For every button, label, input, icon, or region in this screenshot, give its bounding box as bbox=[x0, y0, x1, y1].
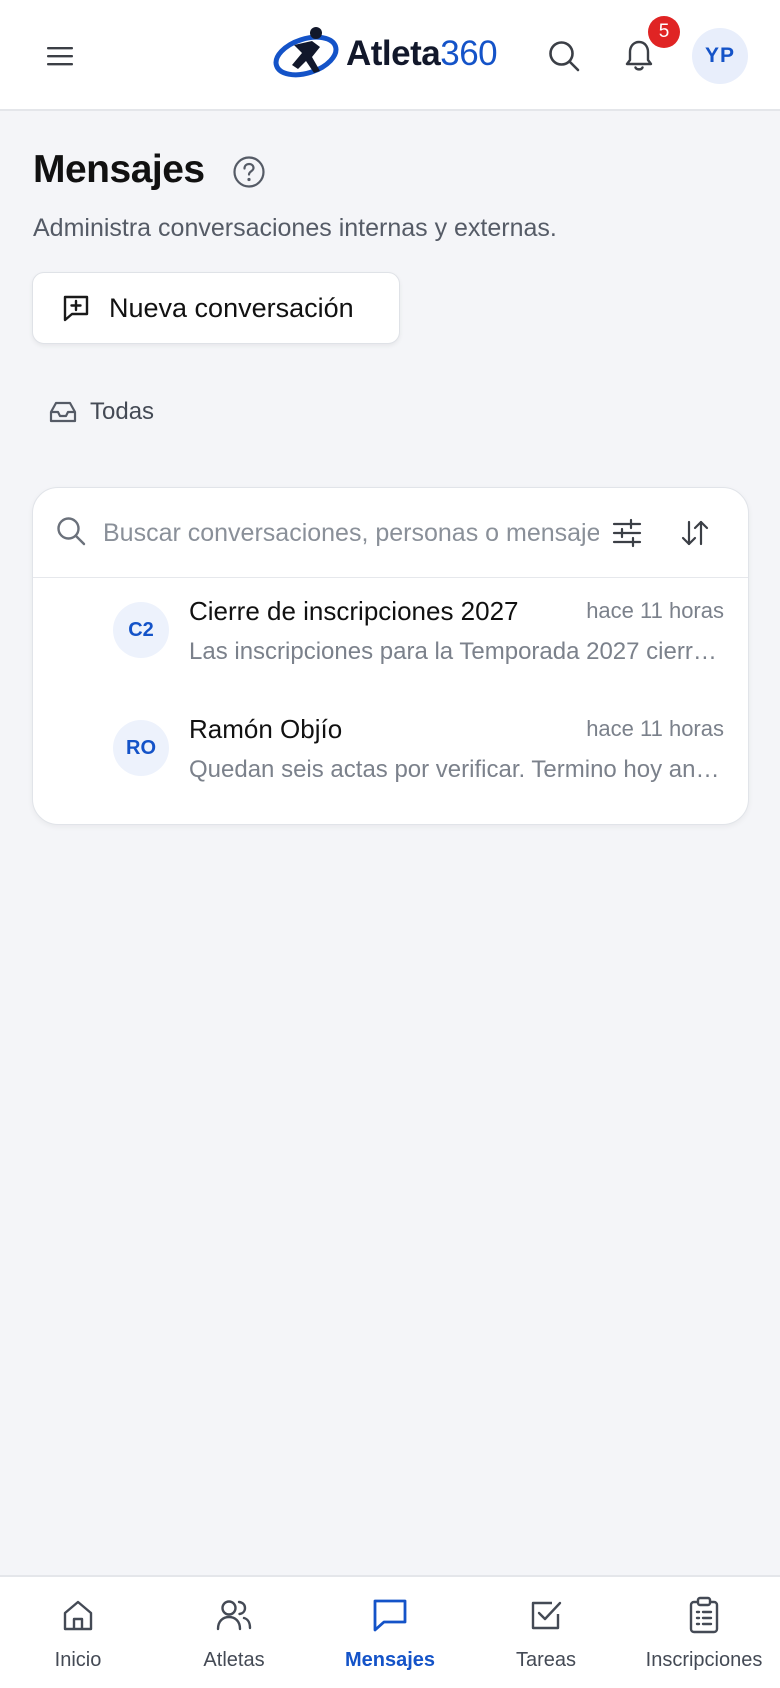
nav-item-inicio[interactable]: Inicio bbox=[26, 1577, 130, 1688]
nav-item-mensajes[interactable]: Mensajes bbox=[334, 1577, 446, 1688]
conversation-item[interactable]: C2 Cierre de inscripciones 2027 hace 11 … bbox=[33, 578, 748, 698]
conversation-preview: Quedan seis actas por verificar. Termino… bbox=[189, 756, 725, 783]
tab-all-label: Todas bbox=[90, 398, 155, 425]
bell-icon bbox=[625, 40, 653, 71]
conversation-item[interactable]: RO Ramón Objío hace 11 horas Quedan seis… bbox=[33, 696, 748, 816]
bottom-navigation: Inicio Atletas Mensajes Tareas Inscripci… bbox=[0, 1575, 780, 1688]
runner-logo-icon bbox=[273, 27, 339, 78]
nav-item-tareas[interactable]: Tareas bbox=[494, 1577, 598, 1688]
nav-label: Atletas bbox=[203, 1649, 265, 1671]
conversation-preview: Las inscripciones para la Temporada 2027… bbox=[189, 638, 725, 665]
message-icon bbox=[373, 1599, 407, 1632]
page-title: Mensajes bbox=[33, 148, 205, 191]
brand-number: 360 bbox=[440, 34, 498, 73]
nav-item-atletas[interactable]: Atletas bbox=[182, 1577, 286, 1688]
nav-label: Tareas bbox=[515, 1649, 577, 1671]
conversation-title: Ramón Objío bbox=[189, 714, 343, 744]
filter-button[interactable] bbox=[605, 511, 649, 555]
menu-button[interactable] bbox=[40, 36, 80, 76]
sliders-icon bbox=[612, 518, 642, 548]
brand-logo[interactable]: Atleta360 bbox=[272, 22, 498, 86]
new-message-icon bbox=[63, 295, 89, 322]
app-root: Atleta360 5 YP Mensajes Administra conve… bbox=[0, 0, 780, 1688]
notification-count-badge: 5 bbox=[648, 16, 680, 48]
conversation-search-bar bbox=[33, 488, 748, 578]
conversation-avatar: RO bbox=[113, 720, 169, 776]
global-search-button[interactable] bbox=[542, 34, 586, 78]
conversation-avatar: C2 bbox=[113, 602, 169, 658]
nav-label: Mensajes bbox=[344, 1649, 436, 1671]
top-bar: Atleta360 5 YP bbox=[0, 0, 780, 111]
conversation-time: hace 11 horas bbox=[586, 598, 724, 623]
checkbox-icon bbox=[531, 1601, 562, 1630]
search-icon bbox=[549, 41, 580, 72]
brand-name: Atleta bbox=[346, 34, 441, 73]
conversation-list-card: C2 Cierre de inscripciones 2027 hace 11 … bbox=[32, 487, 749, 825]
user-avatar[interactable]: YP bbox=[692, 28, 748, 84]
inbox-icon bbox=[49, 401, 77, 423]
search-icon bbox=[57, 517, 86, 546]
help-icon[interactable] bbox=[232, 155, 266, 189]
users-icon bbox=[216, 1600, 252, 1631]
sort-button[interactable] bbox=[673, 511, 717, 555]
home-icon bbox=[63, 1600, 93, 1631]
conversation-time: hace 11 horas bbox=[586, 716, 724, 741]
page-subtitle: Administra conversaciones internas y ext… bbox=[33, 214, 557, 242]
nav-label: Inicio bbox=[54, 1649, 102, 1671]
tab-all[interactable]: Todas bbox=[48, 398, 154, 426]
nav-label: Inscripciones bbox=[645, 1649, 763, 1671]
new-conversation-label: Nueva conversación bbox=[109, 292, 354, 323]
conversation-search-input[interactable] bbox=[103, 510, 599, 556]
hamburger-icon bbox=[47, 47, 73, 66]
new-conversation-button[interactable]: Nueva conversación bbox=[32, 272, 400, 344]
nav-item-inscripciones[interactable]: Inscripciones bbox=[634, 1577, 774, 1688]
sort-arrows-icon bbox=[681, 520, 709, 546]
clipboard-icon bbox=[689, 1596, 719, 1634]
conversation-title: Cierre de inscripciones 2027 bbox=[189, 596, 519, 626]
